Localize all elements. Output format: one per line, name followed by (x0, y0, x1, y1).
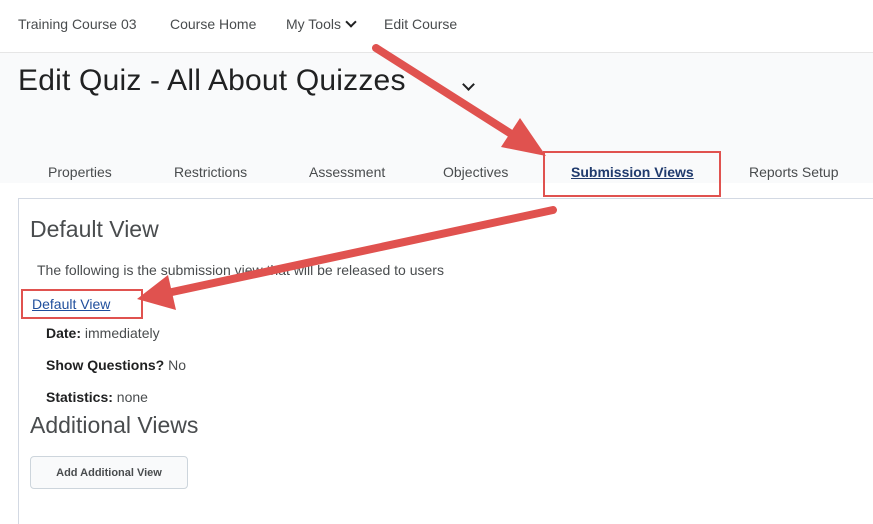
tab-reports-setup[interactable]: Reports Setup (749, 164, 839, 180)
tab-restrictions[interactable]: Restrictions (174, 164, 247, 180)
submission-views-highlight (543, 151, 721, 197)
default-view-highlight (21, 289, 143, 319)
date-value: immediately (81, 325, 160, 341)
nav-my-tools[interactable]: My Tools (286, 16, 357, 32)
show-questions-label: Show Questions? (46, 357, 165, 373)
statistics-field: Statistics: none (46, 389, 148, 405)
default-view-heading: Default View (30, 216, 159, 242)
tab-properties[interactable]: Properties (48, 164, 112, 180)
tab-assessment[interactable]: Assessment (309, 164, 385, 180)
tab-objectives[interactable]: Objectives (443, 164, 508, 180)
chevron-down-icon (345, 16, 357, 28)
nav-course-title[interactable]: Training Course 03 (18, 16, 137, 32)
add-additional-view-button[interactable]: Add Additional View (30, 456, 188, 489)
statistics-value: none (112, 389, 148, 405)
nav-course-home[interactable]: Course Home (170, 16, 256, 32)
date-label: Date: (46, 325, 82, 341)
nav-edit-course[interactable]: Edit Course (384, 16, 457, 32)
page-title: Edit Quiz - All About Quizzes (18, 64, 406, 97)
date-field: Date: immediately (46, 325, 160, 341)
additional-views-heading: Additional Views (30, 412, 199, 438)
statistics-label: Statistics: (46, 389, 113, 405)
course-navbar: Training Course 03 Course Home My Tools … (0, 0, 873, 53)
quiz-tabs: Properties Restrictions Assessment Objec… (0, 152, 873, 196)
nav-my-tools-label: My Tools (286, 16, 341, 32)
show-questions-value: No (164, 357, 187, 373)
default-view-description: The following is the submission view tha… (37, 262, 444, 278)
show-questions-field: Show Questions? No (46, 357, 186, 373)
